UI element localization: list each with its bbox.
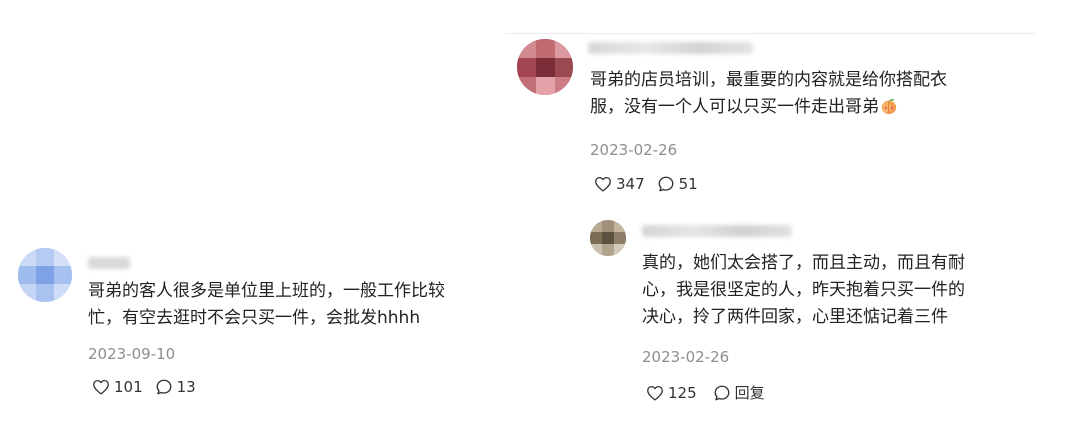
reply-button[interactable]: 51 — [657, 175, 698, 193]
comment-text-line: 哥弟的店员培训，最重要的内容就是给你搭配衣 — [590, 70, 947, 90]
comment-date: 2023-02-26 — [642, 348, 730, 366]
comment-text-line: 真的，她们太会搭了，而且主动，而且有耐 — [642, 253, 965, 273]
like-button[interactable]: 347 — [594, 175, 645, 193]
comment-actions: 125 回复 — [646, 382, 765, 403]
peach-emoji-icon — [880, 97, 898, 115]
comment-text: 真的，她们太会搭了，而且主动，而且有耐 心，我是很坚定的人，昨天抱着只买一件的 … — [642, 250, 965, 331]
comment-text-line: 心，我是很坚定的人，昨天抱着只买一件的 — [642, 280, 965, 300]
heart-icon — [647, 385, 663, 401]
username-blurred[interactable] — [588, 42, 753, 54]
comment-right-top: 哥弟的店员培训，最重要的内容就是给你搭配衣 服，没有一个人可以只买一件走出哥弟 … — [0, 0, 1080, 200]
avatar[interactable] — [517, 39, 573, 95]
comment-reply: 真的，她们太会搭了，而且主动，而且有耐 心，我是很坚定的人，昨天抱着只买一件的 … — [0, 200, 1080, 440]
like-count: 125 — [668, 383, 697, 402]
comment-actions: 347 51 — [594, 175, 698, 193]
comment-text: 哥弟的店员培训，最重要的内容就是给你搭配衣 服，没有一个人可以只买一件走出哥弟 — [590, 67, 947, 121]
comment-bubble-icon — [714, 385, 730, 400]
comment-text-line: 服，没有一个人可以只买一件走出哥弟 — [590, 97, 879, 117]
comment-text-line: 决心，拎了两件回家，心里还惦记着三件 — [642, 307, 948, 327]
comment-date: 2023-02-26 — [590, 141, 678, 159]
reply-button[interactable]: 回复 — [713, 382, 765, 403]
like-count: 347 — [616, 175, 645, 193]
username-blurred[interactable] — [642, 225, 792, 237]
like-button[interactable]: 125 — [646, 384, 697, 402]
avatar[interactable] — [590, 220, 626, 256]
comment-bubble-icon — [658, 176, 674, 192]
comment-text-line-with-emoji: 服，没有一个人可以只买一件走出哥弟 — [590, 94, 947, 121]
heart-icon — [595, 176, 611, 192]
reply-label: 回复 — [734, 384, 765, 402]
reply-count: 51 — [678, 175, 698, 193]
